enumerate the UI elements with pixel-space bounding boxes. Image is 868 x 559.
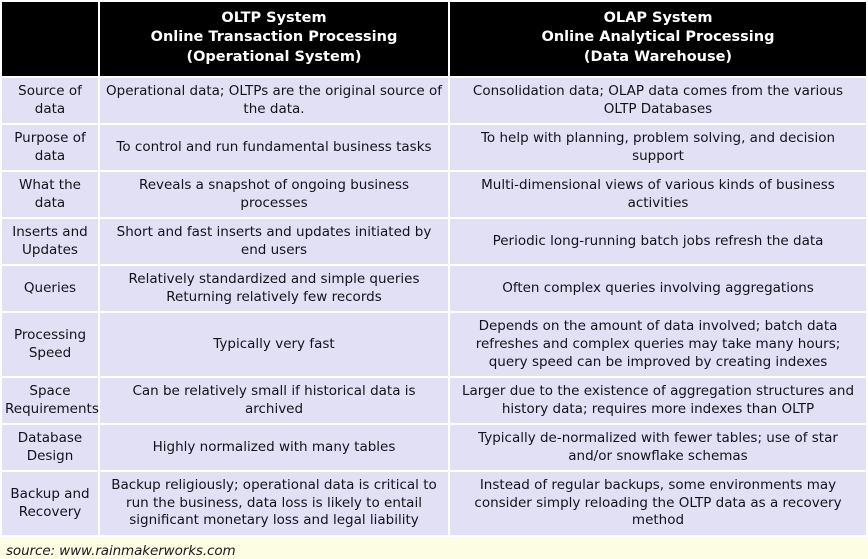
oltp-olap-comparison-table: OLTP System Online Transaction Processin… [0, 0, 868, 537]
cell-olap: Multi-dimensional views of various kinds… [450, 172, 868, 220]
cell-oltp: Short and fast inserts and updates initi… [100, 219, 450, 267]
source-footer: source: www.rainmakerworks.com [0, 536, 868, 559]
table-row: Space Requirements Can be relatively smal… [0, 378, 868, 426]
cell-oltp: Relatively standardized and simple queri… [100, 266, 450, 314]
table-row: Source of data Operational data; OLTPs ar… [0, 78, 868, 126]
row-label: Queries [0, 266, 100, 314]
table-row: Database Design Highly normalized with ma… [0, 425, 868, 473]
table-row: Inserts and Updates Short and fast insert… [0, 219, 868, 267]
table-row: What the data Reveals a snapshot of ongoi… [0, 172, 868, 220]
row-label: Backup and Recovery [0, 472, 100, 537]
source-text: source: www.rainmakerworks.com [6, 542, 236, 559]
cell-olap: Larger due to the existence of aggregati… [450, 378, 868, 426]
cell-olap: Periodic long-running batch jobs refresh… [450, 219, 868, 267]
table-row: Processing Speed Typically very fast Depen… [0, 313, 868, 379]
cell-olap: Consolidation data; OLAP data comes from… [450, 78, 868, 126]
cell-oltp: To control and run fundamental business … [100, 125, 450, 173]
row-label: Purpose of data [0, 125, 100, 173]
olap-header-line-3: (Data Warehouse) [583, 48, 733, 65]
header-row: OLTP System Online Transaction Processin… [0, 0, 868, 78]
column-header-oltp: OLTP System Online Transaction Processin… [100, 0, 450, 78]
row-label: Space Requirements [0, 378, 100, 426]
cell-oltp: Highly normalized with many tables [100, 425, 450, 473]
oltp-header-line-2: Online Transaction Processing [150, 29, 398, 46]
table-row: Backup and Recovery Backup religiously; o… [0, 472, 868, 537]
comparison-sheet: OLTP System Online Transaction Processin… [0, 0, 868, 559]
row-label: What the data [0, 172, 100, 220]
cell-olap: To help with planning, problem solving, … [450, 125, 868, 173]
row-label: Database Design [0, 425, 100, 473]
row-label: Source of data [0, 78, 100, 126]
oltp-header-line-1: OLTP System [221, 10, 327, 27]
olap-header-line-1: OLAP System [603, 10, 713, 27]
cell-oltp: Typically very fast [100, 313, 450, 379]
cell-oltp: Can be relatively small if historical da… [100, 378, 450, 426]
oltp-header-line-3: (Operational System) [186, 48, 362, 65]
row-label: Processing Speed [0, 313, 100, 379]
cell-olap: Instead of regular backups, some environ… [450, 472, 868, 537]
row-label: Inserts and Updates [0, 219, 100, 267]
cell-olap: Depends on the amount of data involved; … [450, 313, 868, 379]
table-header: OLTP System Online Transaction Processin… [0, 0, 868, 78]
cell-oltp: Reveals a snapshot of ongoing business p… [100, 172, 450, 220]
column-header-olap: OLAP System Online Analytical Processing… [450, 0, 868, 78]
cell-oltp: Operational data; OLTPs are the original… [100, 78, 450, 126]
table-row: Queries Relatively standardized and simpl… [0, 266, 868, 314]
olap-header-line-2: Online Analytical Processing [541, 29, 775, 46]
cell-olap: Typically de-normalized with fewer table… [450, 425, 868, 473]
cell-olap: Often complex queries involving aggregat… [450, 266, 868, 314]
table-corner-cell [0, 0, 100, 78]
cell-oltp: Backup religiously; operational data is … [100, 472, 450, 537]
table-body: Source of data Operational data; OLTPs ar… [0, 78, 868, 537]
table-row: Purpose of data To control and run fundam… [0, 125, 868, 173]
